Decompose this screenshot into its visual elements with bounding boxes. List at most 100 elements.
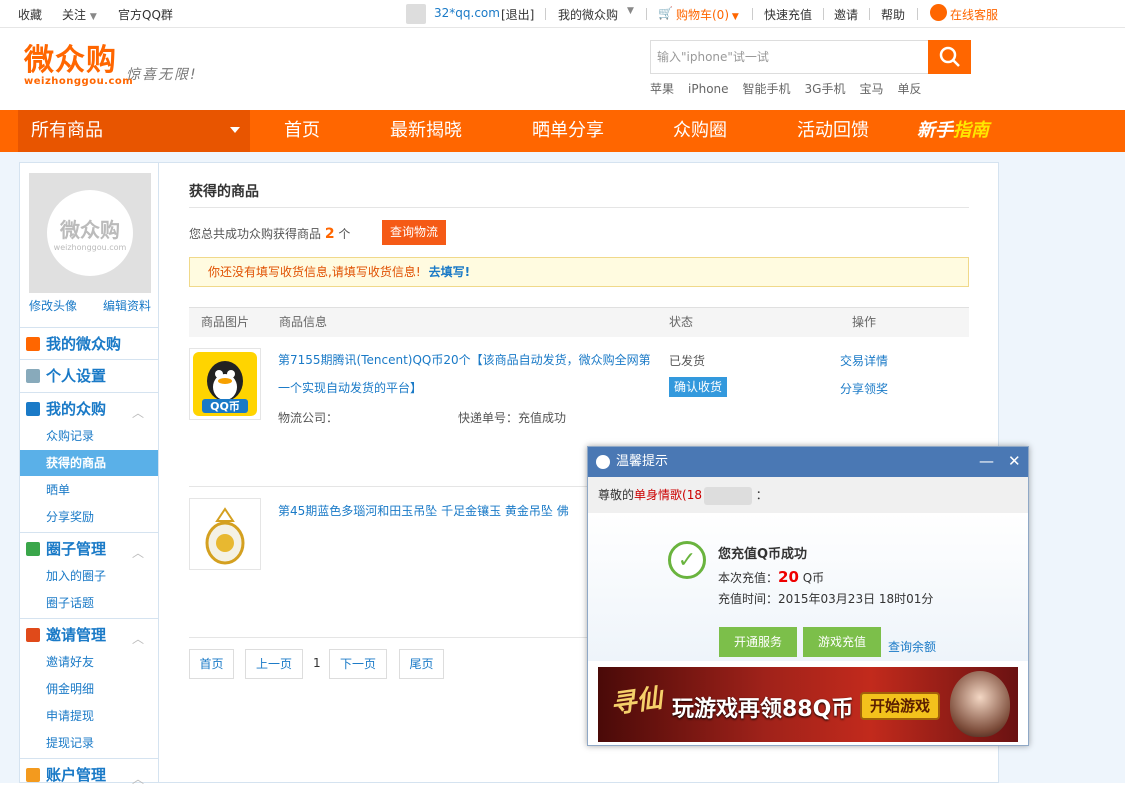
sidebar-item-share-rewards[interactable]: 分享奖励 xyxy=(20,504,158,530)
product-title-link[interactable]: 第7155期腾讯(Tencent)QQ币20个【该商品自动发货，微众购全网第 一个… xyxy=(278,346,658,402)
hotword-link[interactable]: iPhone xyxy=(688,82,729,96)
product-image[interactable]: QQ币 xyxy=(189,348,261,420)
recharge-time: 充值时间：2015年03月23日 18时01分 xyxy=(718,592,934,606)
sidebar-item-account[interactable]: 账户管理 ︿ xyxy=(20,758,158,790)
username-link[interactable]: 32*qq.com xyxy=(434,6,500,20)
success-message: 您充值Q币成功 xyxy=(718,547,808,562)
game-recharge-button[interactable]: 游戏充值 xyxy=(803,627,881,657)
hotword-link[interactable]: 3G手机 xyxy=(805,82,846,96)
minimize-icon[interactable]: — xyxy=(979,447,994,475)
sidebar-item-won-products[interactable]: 获得的商品 xyxy=(20,450,158,476)
sidebar-item-settings[interactable]: 个人设置 xyxy=(20,359,158,391)
sidebar-item-joined-circles[interactable]: 加入的圈子 xyxy=(20,563,158,589)
sidebar-item-my-home[interactable]: 我的微众购 xyxy=(20,327,158,359)
edit-profile-link[interactable]: 编辑资料 xyxy=(103,297,151,314)
hotword-link[interactable]: 单反 xyxy=(898,82,922,96)
yen-icon xyxy=(26,768,40,782)
nav-activity[interactable]: 活动回馈 xyxy=(797,110,869,152)
all-products-menu[interactable]: 所有商品 xyxy=(18,110,250,152)
nav-guide[interactable]: 新手指南 xyxy=(917,110,989,152)
hotword-link[interactable]: 宝马 xyxy=(859,82,883,96)
nav-circle[interactable]: 众购圈 xyxy=(673,110,727,152)
prev-page-button[interactable]: 上一页 xyxy=(245,649,303,679)
qq-group-link[interactable]: 官方QQ群 xyxy=(118,6,173,23)
divider xyxy=(917,8,918,20)
query-balance-link[interactable]: 查询余额 xyxy=(888,638,936,655)
sidebar: 微众购 weizhonggou.com 修改头像 编辑资料 我的微众购 个人设置 … xyxy=(19,162,159,786)
open-service-button[interactable]: 开通服务 xyxy=(719,627,797,657)
sidebar-item-withdraw-records[interactable]: 提现记录 xyxy=(20,730,158,756)
logout-link[interactable]: [退出] xyxy=(501,6,534,23)
chevron-down-icon: ▼ xyxy=(89,12,97,22)
sidebar-item-circle[interactable]: 圈子管理 ︿ xyxy=(20,532,158,564)
sidebar-item-withdraw-apply[interactable]: 申请提现 xyxy=(20,703,158,729)
character-portrait xyxy=(950,671,1010,737)
cart-icon: 🛒 xyxy=(658,6,673,20)
redacted-name xyxy=(703,486,752,505)
divider xyxy=(823,8,824,20)
invite-link[interactable]: 邀请 xyxy=(834,6,858,23)
divider xyxy=(646,8,647,20)
site-slogan: 惊喜无限! xyxy=(126,67,198,83)
site-logo[interactable]: 微众购 weizhonggou.com xyxy=(24,45,133,87)
tracking-number: 快递单号：充值成功 xyxy=(458,411,567,425)
hot-keywords: 苹果 iPhone 智能手机 3G手机 宝马 单反 xyxy=(650,80,936,97)
search-icon xyxy=(939,46,960,67)
sidebar-item-circle-topics[interactable]: 圈子话题 xyxy=(20,590,158,616)
divider xyxy=(752,8,753,20)
nav-share[interactable]: 晒单分享 xyxy=(532,110,604,152)
hotword-link[interactable]: 智能手机 xyxy=(743,82,791,96)
nav-home[interactable]: 首页 xyxy=(284,110,320,152)
address-notice: 你还没有填写收货信息,请填写收货信息! 去填写! xyxy=(189,257,969,287)
sidebar-item-my-purchase[interactable]: 我的众购 ︿ xyxy=(20,392,158,424)
headset-icon xyxy=(930,4,947,21)
help-link[interactable]: 帮助 xyxy=(881,6,905,23)
next-page-button[interactable]: 下一页 xyxy=(329,649,387,679)
hotword-link[interactable]: 苹果 xyxy=(650,82,674,96)
recharge-link[interactable]: 快速充值 xyxy=(764,6,812,23)
my-account-link[interactable]: 我的微众购 xyxy=(558,6,618,23)
divider xyxy=(189,207,969,208)
home-icon xyxy=(26,337,40,351)
search-input[interactable]: 输入"iphone"试一试 xyxy=(650,40,930,74)
favorite-link[interactable]: 收藏 xyxy=(18,6,42,23)
greeting: 尊敬的单身情歌(18 ： xyxy=(588,477,1028,513)
close-icon[interactable]: ✕ xyxy=(1008,447,1021,475)
main-nav: 所有商品 首页 最新揭晓 晒单分享 众购圈 活动回馈 新手指南 xyxy=(0,110,1125,152)
sidebar-item-purchase-records[interactable]: 众购记录 xyxy=(20,423,158,449)
sidebar-item-commission[interactable]: 佣金明细 xyxy=(20,676,158,702)
column-header: 商品信息 xyxy=(279,315,328,329)
divider xyxy=(545,8,546,20)
online-service-link[interactable]: 在线客服 xyxy=(950,6,998,23)
query-logistics-button[interactable]: 查询物流 xyxy=(382,220,446,245)
popup-body: ✓ 您充值Q币成功 本次充值：20 Q币 充值时间：2015年03月23日 18… xyxy=(588,513,1028,661)
gear-icon xyxy=(26,369,40,383)
confirm-receipt-button[interactable]: 确认收货 xyxy=(669,377,727,397)
transaction-detail-link[interactable]: 交易详情 xyxy=(840,352,888,369)
last-page-button[interactable]: 尾页 xyxy=(399,649,444,679)
nav-latest[interactable]: 最新揭晓 xyxy=(390,110,462,152)
first-page-button[interactable]: 首页 xyxy=(189,649,234,679)
sidebar-item-share-orders[interactable]: 晒单 xyxy=(20,477,158,503)
sidebar-item-invite-friends[interactable]: 邀请好友 xyxy=(20,649,158,675)
divider xyxy=(869,8,870,20)
search-button[interactable] xyxy=(928,40,971,74)
chevron-down-icon: ▼ xyxy=(627,6,634,16)
qq-icon xyxy=(596,455,610,469)
start-game-button[interactable]: 开始游戏 xyxy=(860,692,940,720)
column-header: 操作 xyxy=(852,315,877,329)
game-banner[interactable]: 寻仙 玩游戏再领88Q币 开始游戏 xyxy=(598,667,1018,742)
recharge-popup: 温馨提示 — ✕ 尊敬的单身情歌(18 ： ✓ 您充值Q币成功 本次充值：20 … xyxy=(587,446,1029,746)
sidebar-item-invite[interactable]: 邀请管理 ︿ xyxy=(20,618,158,650)
share-reward-link[interactable]: 分享领奖 xyxy=(840,380,888,397)
cart-link[interactable]: 购物车(0) ▼ xyxy=(676,6,739,23)
edit-avatar-link[interactable]: 修改头像 xyxy=(29,297,77,314)
product-image[interactable] xyxy=(189,498,261,570)
top-bar: 收藏 关注 ▼ 官方QQ群 32*qq.com [退出] 我的微众购 ▼ 🛒 购… xyxy=(0,0,1125,28)
table-header: 商品图片 商品信息 状态 操作 xyxy=(189,307,969,337)
circle-icon xyxy=(26,542,40,556)
fill-address-link[interactable]: 去填写! xyxy=(429,265,470,279)
follow-link[interactable]: 关注 ▼ xyxy=(62,6,97,23)
cart-icon xyxy=(26,402,40,416)
logistics-company: 物流公司： xyxy=(278,411,339,425)
